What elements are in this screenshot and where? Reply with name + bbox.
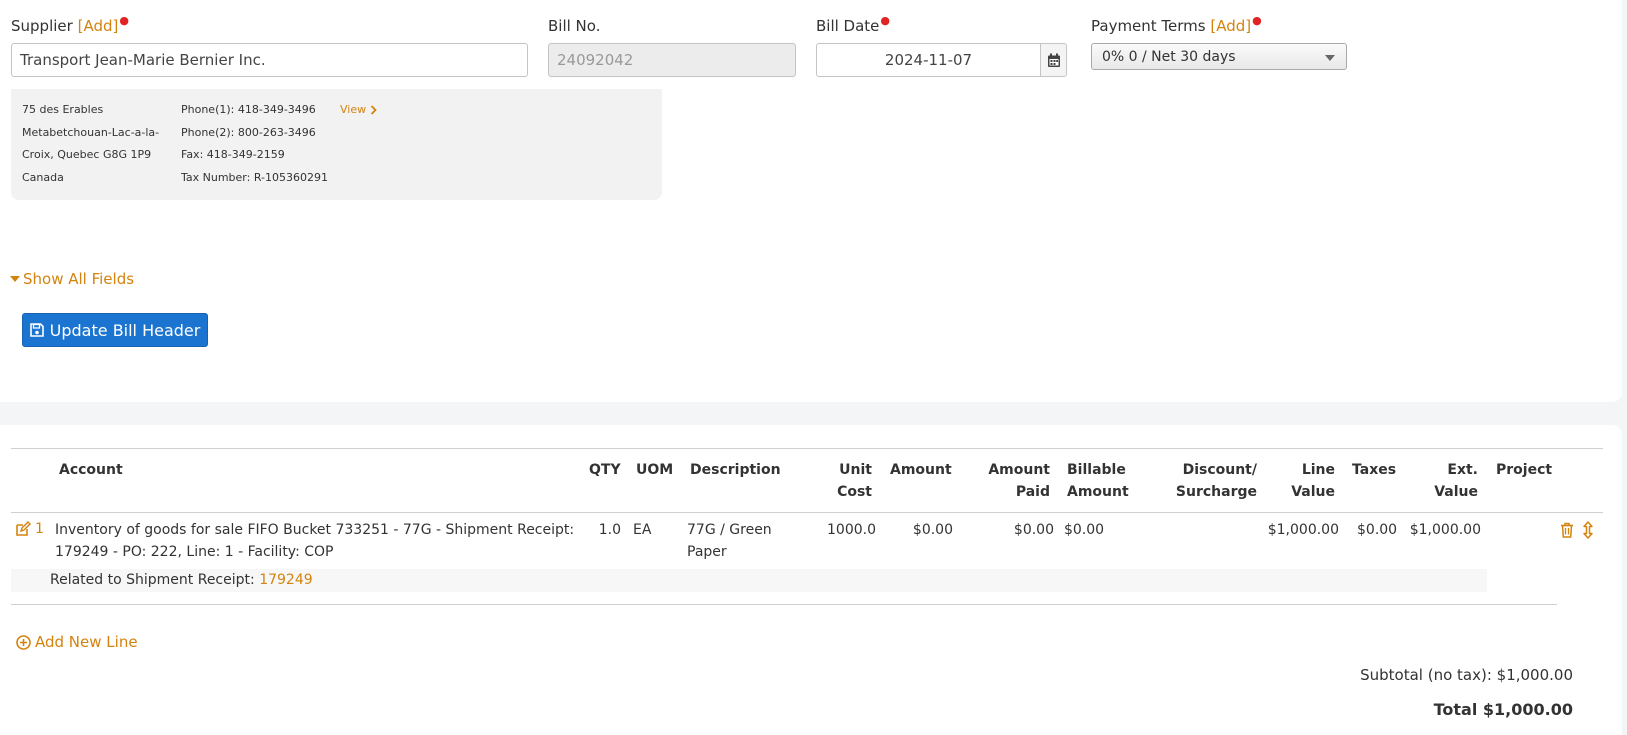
bill-header-card: Supplier [Add]● Bill No. Bill Date● Paym…: [0, 0, 1622, 402]
payment-terms-select[interactable]: 0% 0 / Net 30 days: [1091, 43, 1347, 70]
update-bill-header-button[interactable]: Update Bill Header: [22, 313, 208, 347]
supplier-address-line: Metabetchouan-Lac-a-la-: [22, 126, 160, 139]
required-marker: ●: [119, 14, 129, 27]
cell-qty: 1.0: [598, 522, 621, 538]
related-shipment-row: Related to Shipment Receipt: 179249: [11, 569, 1487, 592]
calendar-button[interactable]: [1040, 43, 1067, 77]
supplier-view-link[interactable]: View: [340, 103, 377, 116]
payment-terms-label: Payment Terms [Add]●: [1091, 14, 1262, 35]
supplier-tax-number: Tax Number: R-105360291: [181, 171, 328, 184]
plus-circle-icon: [16, 634, 31, 650]
cell-account: Inventory of goods for sale FIFO Bucket …: [55, 522, 575, 560]
bill-no-label: Bill No.: [548, 17, 601, 35]
col-header-amount: Amount: [890, 462, 952, 478]
col-header-taxes: Taxes: [1352, 462, 1397, 478]
calendar-icon: [1047, 53, 1060, 67]
cell-description: 77G / Green Paper: [687, 522, 772, 560]
cell-amount: $0.00: [912, 522, 953, 538]
edit-icon[interactable]: [15, 521, 31, 537]
table-row[interactable]: 1: [15, 518, 44, 540]
supplier-address-line: 75 des Erables: [22, 103, 104, 116]
col-header-uom: UOM: [636, 462, 674, 478]
col-header-project: Project: [1496, 462, 1553, 478]
required-marker: ●: [880, 14, 891, 27]
cell-billable-amount: $0.00: [1064, 522, 1105, 538]
bill-no-input[interactable]: 24092042: [548, 43, 796, 77]
header-bottom-rule: [11, 512, 1603, 513]
col-header-description: Description: [690, 462, 781, 478]
cell-line-value: $1,000.00: [1267, 522, 1339, 538]
cell-unit-cost: 1000.0: [827, 522, 876, 538]
table-top-rule: [11, 448, 1603, 449]
supplier-phone-1: Phone(1): 418-349-3496: [181, 103, 316, 116]
col-header-account: Account: [59, 462, 123, 478]
add-new-line-button[interactable]: Add New Line: [16, 633, 138, 651]
chevron-right-icon: [370, 105, 377, 115]
subtotal-no-tax: Subtotal (no tax): $1,000.00: [1360, 666, 1573, 684]
supplier-phone-2: Phone(2): 800-263-3496: [181, 126, 316, 139]
col-header-line-value: Line Value: [1291, 462, 1335, 500]
col-header-ext-value: Ext. Value: [1434, 462, 1478, 500]
supplier-info-panel: 75 des Erables Metabetchouan-Lac-a-la- C…: [11, 89, 662, 200]
grand-total: Total $1,000.00: [1433, 700, 1573, 719]
caret-down-icon: [10, 276, 20, 282]
supplier-fax: Fax: 418-349-2159: [181, 148, 285, 161]
line-number-link[interactable]: 1: [35, 518, 44, 540]
cell-taxes-link[interactable]: $0.00: [1357, 519, 1397, 541]
required-marker: ●: [1252, 14, 1262, 27]
related-shipment-label: Related to Shipment Receipt: 179249: [50, 572, 313, 588]
supplier-address-line: Canada: [22, 171, 64, 184]
table-bottom-rule: [11, 604, 1557, 605]
cell-ext-value: $1,000.00: [1409, 522, 1481, 538]
supplier-label: Supplier [Add]●: [11, 14, 129, 35]
supplier-add-link[interactable]: [Add]: [78, 17, 119, 35]
chevron-down-icon: [1325, 55, 1335, 61]
col-header-unit-cost: Unit Cost: [837, 462, 872, 500]
shipment-receipt-link[interactable]: 179249: [259, 572, 312, 588]
drag-arrows-icon: [1583, 521, 1593, 539]
bill-date-input[interactable]: 2024-11-07: [816, 43, 1041, 77]
payment-terms-add-link[interactable]: [Add]: [1210, 17, 1251, 35]
col-header-amount-paid: Amount Paid: [988, 462, 1050, 500]
reorder-handle[interactable]: [1583, 521, 1593, 539]
delete-line-button[interactable]: [1560, 522, 1574, 538]
col-header-discount-surcharge: Discount/ Surcharge: [1175, 462, 1257, 500]
col-header-qty: QTY: [589, 462, 621, 478]
show-all-fields-toggle[interactable]: Show All Fields: [10, 270, 134, 288]
save-icon: [29, 323, 44, 337]
cell-uom: EA: [633, 522, 652, 538]
col-header-billable-amount: Billable Amount: [1067, 462, 1129, 500]
cell-amount-paid: $0.00: [1013, 522, 1054, 538]
bill-date-label: Bill Date●: [816, 14, 891, 35]
supplier-input[interactable]: Transport Jean-Marie Bernier Inc.: [11, 43, 528, 77]
supplier-address-line: Croix, Quebec G8G 1P9: [22, 148, 152, 161]
trash-icon: [1561, 522, 1573, 538]
